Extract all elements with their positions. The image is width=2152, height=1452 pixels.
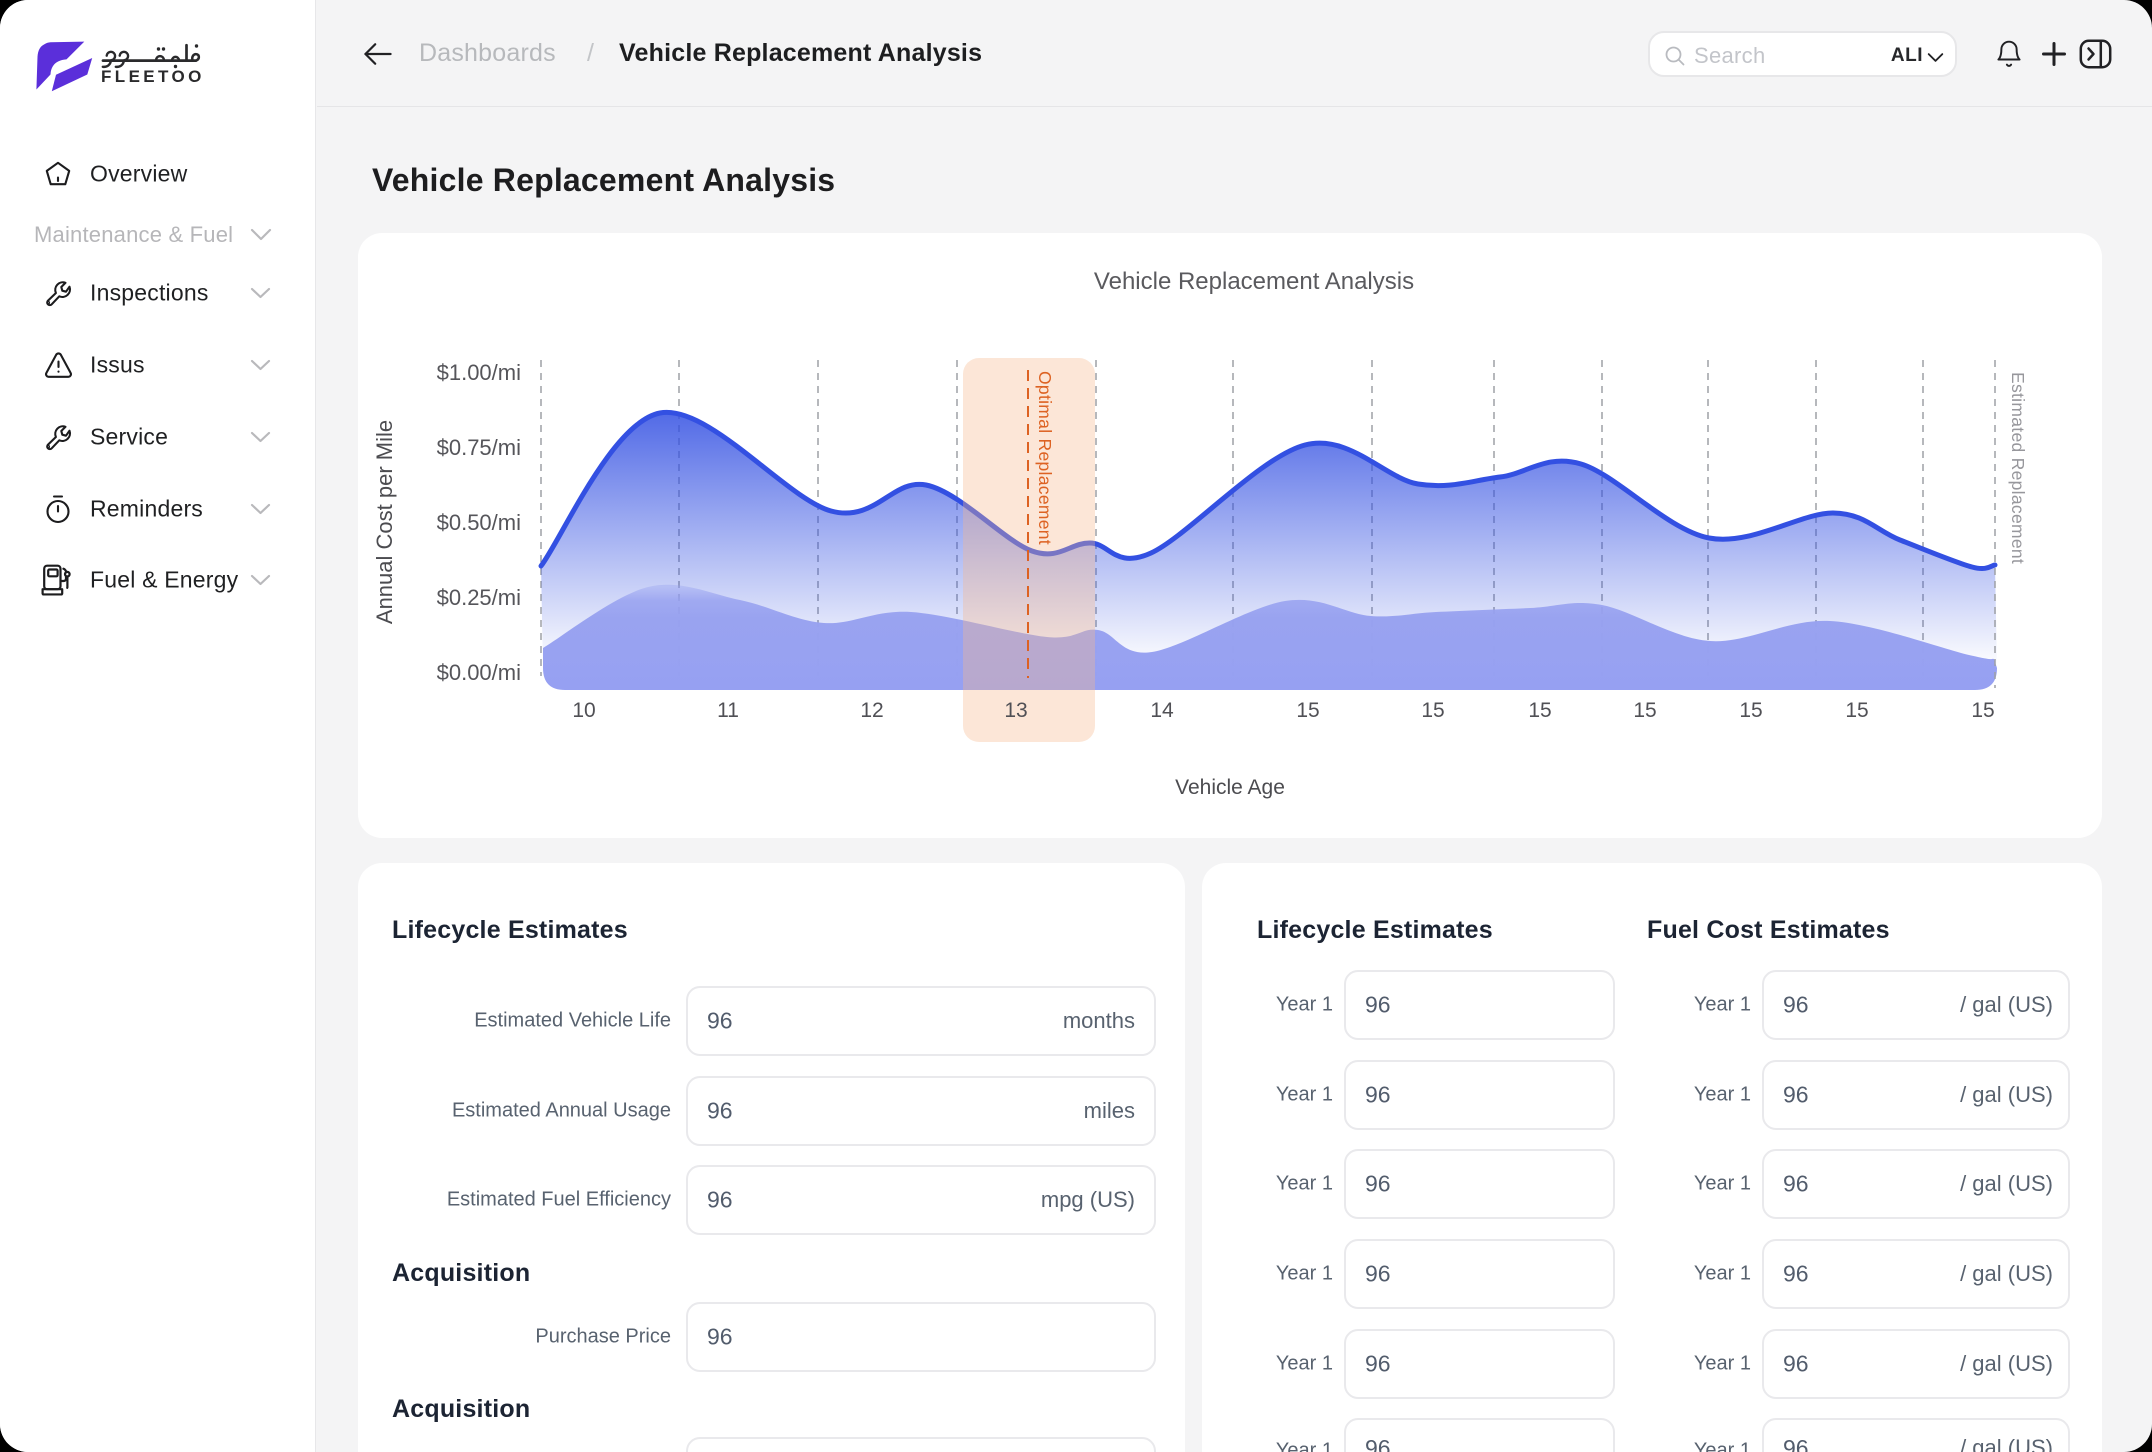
svg-text:$0.50/mi: $0.50/mi: [437, 510, 521, 535]
svg-text:10: 10: [572, 699, 595, 722]
svg-text:Annual Cost per Mile: Annual Cost per Mile: [372, 420, 397, 624]
svg-text:15: 15: [1845, 699, 1868, 722]
svg-text:15: 15: [1739, 699, 1762, 722]
svg-text:$0.00/mi: $0.00/mi: [437, 660, 521, 685]
svg-text:15: 15: [1633, 699, 1656, 722]
svg-text:$0.75/mi: $0.75/mi: [437, 435, 521, 460]
svg-text:11: 11: [717, 699, 739, 722]
svg-text:$0.25/mi: $0.25/mi: [437, 585, 521, 610]
svg-text:Estimated Replacement: Estimated Replacement: [2008, 372, 2028, 564]
svg-text:Vehicle Age: Vehicle Age: [1175, 776, 1285, 799]
svg-text:14: 14: [1150, 699, 1174, 722]
svg-text:15: 15: [1421, 699, 1444, 722]
svg-text:Optimal Replacement: Optimal Replacement: [1035, 371, 1055, 545]
svg-text:Vehicle Replacement Analysis: Vehicle Replacement Analysis: [1094, 268, 1414, 295]
svg-text:15: 15: [1528, 699, 1551, 722]
svg-text:12: 12: [860, 699, 883, 722]
svg-text:15: 15: [1971, 699, 1994, 722]
svg-text:$1.00/mi: $1.00/mi: [437, 360, 521, 385]
svg-text:15: 15: [1296, 699, 1319, 722]
svg-text:13: 13: [1004, 699, 1027, 722]
